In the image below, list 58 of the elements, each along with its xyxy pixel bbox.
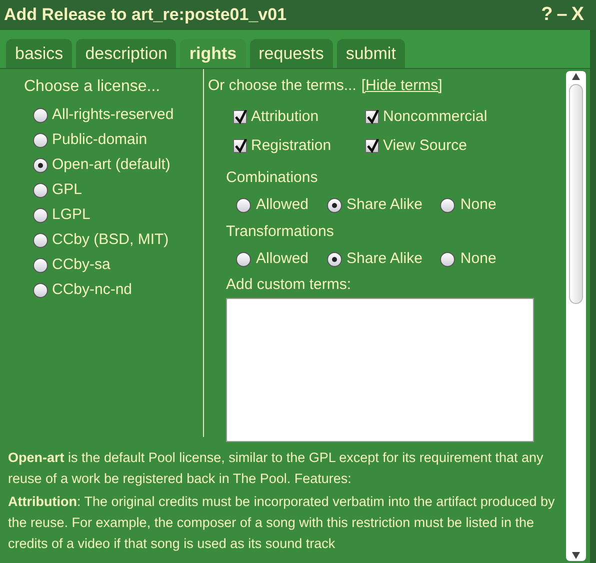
radio-label: None <box>460 249 496 270</box>
tab[interactable]: description <box>76 39 176 68</box>
checkbox-label: Registration <box>251 136 332 156</box>
radio-label: Share Alike <box>346 194 422 215</box>
tab[interactable]: submit <box>336 39 405 68</box>
radio-button[interactable] <box>440 198 456 212</box>
tab[interactable]: rights <box>180 39 246 68</box>
radio-button[interactable] <box>33 108 48 123</box>
checkbox[interactable] <box>233 110 247 124</box>
checkbox[interactable] <box>233 139 247 153</box>
scrollbar-thumb[interactable] <box>569 84 583 304</box>
radio-label: All-rights-reserved <box>52 105 174 126</box>
checkbox-label: Attribution <box>251 106 319 127</box>
radio-button[interactable] <box>33 183 48 198</box>
radio-label: CCby-nc-nd <box>52 280 132 300</box>
description-paragraph: Open-art is the default Pool license, similar to the GPL except for its requirement that any reuse of a work be registered back in The Pool. Features: <box>8 449 544 488</box>
radio-label: CCby (BSD, MIT) <box>52 230 169 250</box>
radio-label: None <box>460 194 496 215</box>
field-label: Add custom terms: <box>225 274 352 294</box>
tab[interactable]: basics <box>6 39 72 68</box>
scrollbar[interactable] <box>566 71 586 561</box>
checkbox-label: View Source <box>383 136 467 156</box>
radio-button[interactable] <box>326 198 342 212</box>
description-paragraph: Attribution: The original credits must be incorporated verbatim into the artifact produced by the reuse. For example, the composer of a song with this restriction must be listed in the credits of a video if that song is used as its sound track <box>8 493 556 553</box>
radio-label: Share Alike <box>346 249 422 270</box>
radio-label: LGPL <box>52 205 90 226</box>
checkbox-label: Noncommercial <box>383 106 488 127</box>
radio-button[interactable] <box>326 252 342 267</box>
help-button[interactable]: ? <box>541 0 553 30</box>
radio-button[interactable] <box>33 283 48 298</box>
group-label: Combinations <box>226 168 319 188</box>
section-heading: Or choose the terms... <box>208 76 356 96</box>
radio-label: GPL <box>52 180 82 200</box>
checkbox[interactable] <box>365 139 379 153</box>
checkbox[interactable] <box>365 110 379 124</box>
radio-label: Allowed <box>256 194 309 215</box>
radio-button[interactable] <box>440 252 456 267</box>
group-label: Transformations <box>226 222 335 242</box>
scroll-down-icon[interactable] <box>572 552 580 559</box>
radio-button[interactable] <box>33 208 48 223</box>
radio-button[interactable] <box>33 158 48 173</box>
tab[interactable]: requests <box>250 39 333 68</box>
radio-button[interactable] <box>236 198 251 212</box>
hide-terms-link[interactable]: [Hide terms] <box>361 75 442 98</box>
radio-button[interactable] <box>33 133 48 148</box>
radio-label: Open-art (default) <box>52 155 170 176</box>
radio-label: Public-domain <box>52 130 148 150</box>
custom-terms-field[interactable] <box>226 298 534 442</box>
radio-label: Allowed <box>256 249 309 270</box>
section-heading: Choose a license... <box>24 77 162 97</box>
radio-button[interactable] <box>33 258 48 273</box>
radio-label: CCby-sa <box>52 255 110 276</box>
scroll-up-icon[interactable] <box>572 73 580 80</box>
radio-button[interactable] <box>33 233 48 248</box>
minimize-button[interactable]: – <box>556 0 568 30</box>
window-title: Add Release to art_re:poste01_v01 <box>4 4 287 26</box>
close-button[interactable]: X <box>571 0 584 30</box>
radio-button[interactable] <box>236 252 251 267</box>
